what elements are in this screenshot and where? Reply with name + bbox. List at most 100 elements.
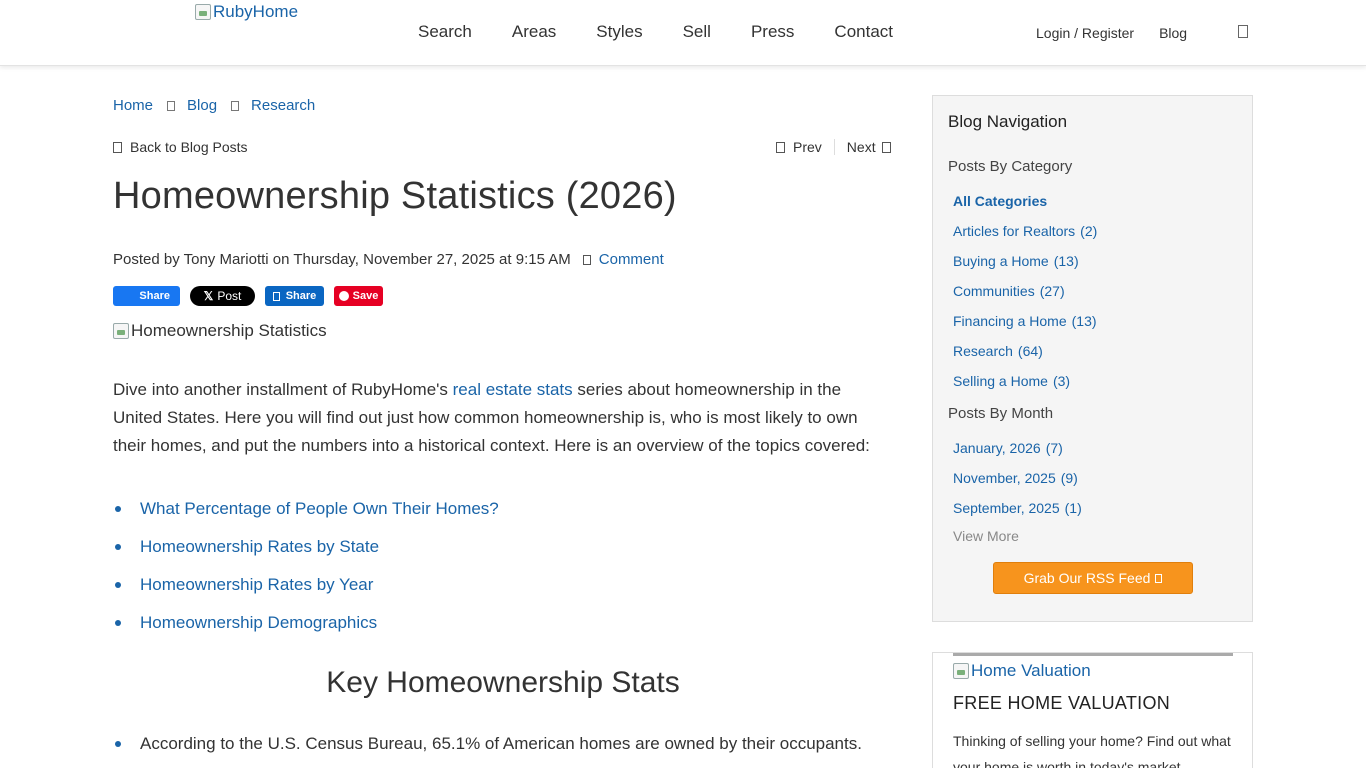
next-post-link[interactable]: Next xyxy=(835,139,891,155)
toc-link[interactable]: Homeownership Demographics xyxy=(140,604,377,642)
key-stat-item: According to the U.S. Census Bureau, 65.… xyxy=(113,730,862,758)
category-item-research[interactable]: Research (64) xyxy=(953,336,1097,366)
key-stat-text: According to the U.S. Census Bureau, 65.… xyxy=(140,734,862,753)
breadcrumb-blog[interactable]: Blog xyxy=(187,97,217,114)
month-item[interactable]: September, 2025 (1) xyxy=(953,493,1082,523)
post-pager: Prev Next xyxy=(776,139,891,155)
category-item-communities[interactable]: Communities (27) xyxy=(953,276,1097,306)
month-item[interactable]: November, 2025 (9) xyxy=(953,463,1082,493)
breadcrumb: Home Blog Research xyxy=(113,97,315,114)
month-list: January, 2026 (7) November, 2025 (9) Septe… xyxy=(953,433,1082,523)
month-label: January, 2026 xyxy=(953,440,1041,456)
main-nav: Search Areas Styles Sell Press Contact xyxy=(418,22,933,42)
arrow-left-icon xyxy=(113,141,122,153)
home-valuation-image-alt: Home Valuation xyxy=(971,661,1091,680)
post-title: Homeownership Statistics (2026) xyxy=(113,175,677,217)
toc-link[interactable]: What Percentage of People Own Their Home… xyxy=(140,490,499,528)
site-header: RubyHome Search Areas Styles Sell Press … xyxy=(0,0,1366,66)
category-label: Communities xyxy=(953,283,1035,299)
share-buttons: Share 𝕏 Post Share Save xyxy=(113,286,393,306)
blog-navigation-panel: Blog Navigation Posts By Category All Ca… xyxy=(932,95,1253,622)
valuation-title: FREE HOME VALUATION xyxy=(953,693,1171,713)
next-label: Next xyxy=(846,139,876,155)
nav-areas[interactable]: Areas xyxy=(512,22,556,42)
pinterest-icon xyxy=(338,291,349,301)
hero-image: Homeownership Statistics xyxy=(113,321,327,341)
category-item-buying-a-home[interactable]: Buying a Home (13) xyxy=(953,246,1097,276)
chevron-left-icon xyxy=(776,141,785,153)
back-to-blog-link[interactable]: Back to Blog Posts xyxy=(113,139,248,155)
comment-label: Comment xyxy=(598,251,664,268)
category-item-selling-a-home[interactable]: Selling a Home (3) xyxy=(953,366,1097,396)
valuation-text: Thinking of selling your home? Find out … xyxy=(953,733,1231,768)
posts-by-month-heading: Posts By Month xyxy=(948,405,1054,422)
pinterest-save-button[interactable]: Save xyxy=(334,286,383,306)
month-label: September, 2025 xyxy=(953,500,1060,516)
category-count: (3) xyxy=(1052,373,1071,389)
x-logo-icon: 𝕏 xyxy=(203,289,214,303)
prev-post-link[interactable]: Prev xyxy=(776,139,835,155)
chevron-right-icon xyxy=(881,141,891,153)
broken-image-icon xyxy=(113,323,129,339)
intro-paragraph: Dive into another installment of RubyHom… xyxy=(113,376,883,460)
category-item-articles-for-realtors[interactable]: Articles for Realtors (2) xyxy=(953,216,1097,246)
month-count: (7) xyxy=(1045,440,1063,456)
hero-image-alt: Homeownership Statistics xyxy=(131,321,327,340)
linkedin-share-button[interactable]: Share xyxy=(265,286,324,306)
rss-feed-button[interactable]: Grab Our RSS Feed xyxy=(993,562,1193,594)
home-valuation-widget: Home Valuation FREE HOME VALUATION Think… xyxy=(932,652,1253,768)
menu-icon[interactable] xyxy=(1238,25,1248,38)
rss-icon xyxy=(1155,573,1163,583)
category-count: (13) xyxy=(1053,253,1079,269)
toc-link[interactable]: Homeownership Rates by Year xyxy=(140,566,373,604)
toc-item: Homeownership Rates by Year xyxy=(113,566,499,604)
breadcrumb-home[interactable]: Home xyxy=(113,97,153,114)
rss-button-label: Grab Our RSS Feed xyxy=(1023,570,1151,586)
nav-press[interactable]: Press xyxy=(751,22,794,42)
category-label: All Categories xyxy=(953,193,1048,209)
view-more-link[interactable]: View More xyxy=(953,528,1019,544)
category-label: Financing a Home xyxy=(953,313,1067,329)
month-count: (9) xyxy=(1060,470,1078,486)
comment-icon xyxy=(582,254,591,265)
month-item[interactable]: January, 2026 (7) xyxy=(953,433,1082,463)
breadcrumb-research[interactable]: Research xyxy=(251,97,315,114)
nav-search[interactable]: Search xyxy=(418,22,472,42)
login-register-link[interactable]: Login / Register xyxy=(1036,25,1134,41)
x-post-label: Post xyxy=(217,289,242,303)
category-item-all[interactable]: All Categories xyxy=(953,186,1097,216)
nav-contact[interactable]: Contact xyxy=(834,22,893,42)
back-to-blog-label: Back to Blog Posts xyxy=(130,139,248,155)
blog-link[interactable]: Blog xyxy=(1159,25,1187,41)
real-estate-stats-link[interactable]: real estate stats xyxy=(453,380,573,399)
x-post-button[interactable]: 𝕏 Post xyxy=(190,286,255,306)
posts-by-category-heading: Posts By Category xyxy=(948,158,1073,175)
bullet-icon xyxy=(115,582,121,588)
pinterest-save-label: Save xyxy=(352,290,379,302)
section-heading: Key Homeownership Stats xyxy=(326,666,680,699)
nav-styles[interactable]: Styles xyxy=(596,22,642,42)
home-valuation-image[interactable]: Home Valuation xyxy=(953,661,1091,681)
category-count: (27) xyxy=(1039,283,1065,299)
broken-image-icon xyxy=(953,663,969,679)
nav-sell[interactable]: Sell xyxy=(683,22,711,42)
intro-text-before: Dive into another installment of RubyHom… xyxy=(113,380,453,399)
category-item-financing-a-home[interactable]: Financing a Home (13) xyxy=(953,306,1097,336)
bullet-icon xyxy=(115,506,121,512)
post-meta: Posted by Tony Mariotti on Thursday, Nov… xyxy=(113,251,664,268)
bullet-icon xyxy=(115,544,121,550)
facebook-share-button[interactable]: Share xyxy=(113,286,180,306)
bullet-icon xyxy=(115,741,121,747)
broken-image-icon xyxy=(195,4,211,20)
category-label: Research xyxy=(953,343,1013,359)
bullet-icon xyxy=(115,620,121,626)
utility-nav: Login / Register Blog xyxy=(1036,25,1187,41)
site-logo[interactable]: RubyHome xyxy=(195,2,298,22)
key-stats-list: According to the U.S. Census Bureau, 65.… xyxy=(113,730,862,758)
category-count: (13) xyxy=(1071,313,1097,329)
toc-link[interactable]: Homeownership Rates by State xyxy=(140,528,379,566)
comment-link[interactable]: Comment xyxy=(582,251,664,268)
toc-item: Homeownership Demographics xyxy=(113,604,499,642)
category-label: Buying a Home xyxy=(953,253,1049,269)
category-count: (2) xyxy=(1080,223,1098,239)
